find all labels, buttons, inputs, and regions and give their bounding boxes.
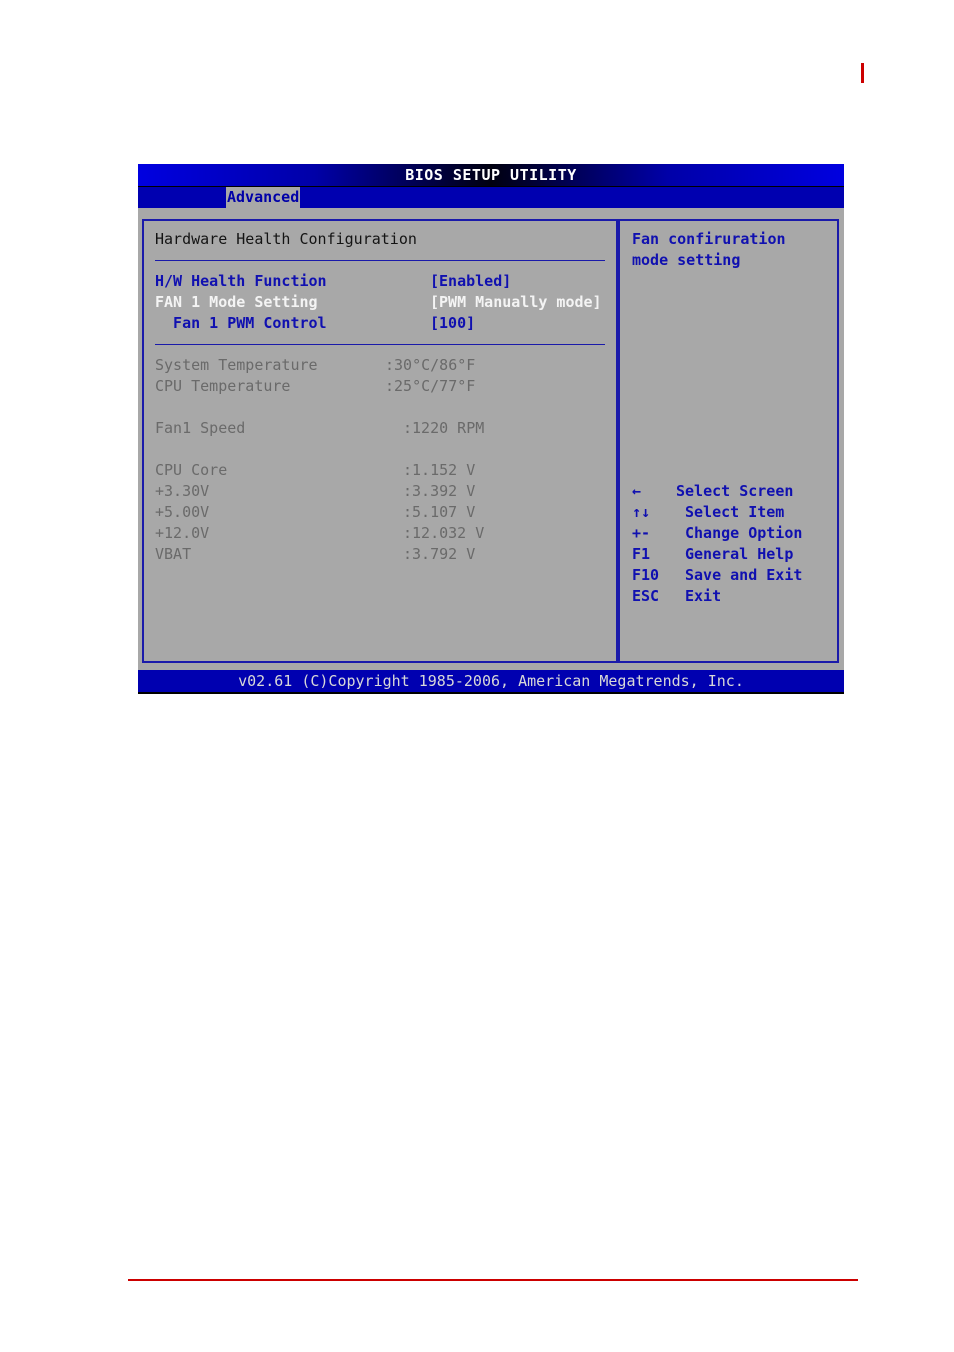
reading-label: +3.30V (155, 482, 210, 500)
reading-value: :5.107 V (403, 503, 476, 521)
reading-label: CPU Core (155, 461, 228, 479)
bios-screen: BIOS SETUP UTILITY Advanced Hardware Hea… (138, 164, 844, 694)
setting-value[interactable]: [100] (430, 313, 475, 334)
reading-label: CPU Temperature (155, 377, 291, 395)
key-legend-action: Select Screen (676, 482, 794, 500)
setting-label: Fan 1 PWM Control (155, 314, 327, 332)
reading-value: :25°C/77°F (385, 377, 476, 395)
key-legend-action: Select Item (685, 503, 785, 521)
reading-label: VBAT (155, 545, 192, 563)
reading-label: System Temperature (155, 356, 318, 374)
reading-value: :1220 RPM (403, 419, 485, 437)
key-legend-key: ESC (632, 587, 660, 605)
help-text-line: Fan confiruration (632, 230, 786, 248)
menu-bar: Advanced (138, 187, 844, 208)
reading-label: +12.0V (155, 524, 210, 542)
reading-label: Fan1 Speed (155, 419, 246, 437)
tab-advanced[interactable]: Advanced (226, 187, 301, 208)
key-legend-key: F1 (632, 545, 651, 563)
section-divider (155, 260, 605, 261)
key-legend-key: F10 (632, 566, 660, 584)
key-legend-action: Save and Exit (685, 566, 803, 584)
key-legend-action: General Help (685, 545, 794, 563)
section-title: Hardware Health Configuration (155, 230, 417, 248)
reading-value: :3.792 V (403, 545, 476, 563)
key-legend-action: Change Option (685, 524, 803, 542)
panel-divider (618, 219, 620, 663)
help-text-line: mode setting (632, 251, 741, 269)
setting-value[interactable]: [Enabled] (430, 271, 511, 292)
reading-value: :1.152 V (403, 461, 476, 479)
reading-value: :12.032 V (403, 524, 485, 542)
reading-label: +5.00V (155, 503, 210, 521)
footer-rule (128, 1279, 858, 1281)
setting-label: H/W Health Function (155, 272, 327, 290)
key-legend-action: Exit (685, 587, 722, 605)
plus-minus-icon: +- (632, 524, 651, 542)
settings-divider (155, 344, 605, 345)
copyright-bar: v02.61 (C)Copyright 1985-2006, American … (138, 670, 844, 692)
reading-value: :30°C/86°F (385, 356, 476, 374)
setting-value[interactable]: [PWM Manually mode] (430, 292, 602, 313)
arrow-up-down-icon: ↑↓ (632, 503, 651, 521)
setting-label: FAN 1 Mode Setting (155, 293, 318, 311)
reading-value: :3.392 V (403, 482, 476, 500)
bios-title-bar: BIOS SETUP UTILITY (138, 164, 844, 187)
page-margin-marker (861, 63, 864, 83)
bottom-shadow (138, 692, 844, 694)
arrow-left-icon: ← (632, 482, 642, 500)
